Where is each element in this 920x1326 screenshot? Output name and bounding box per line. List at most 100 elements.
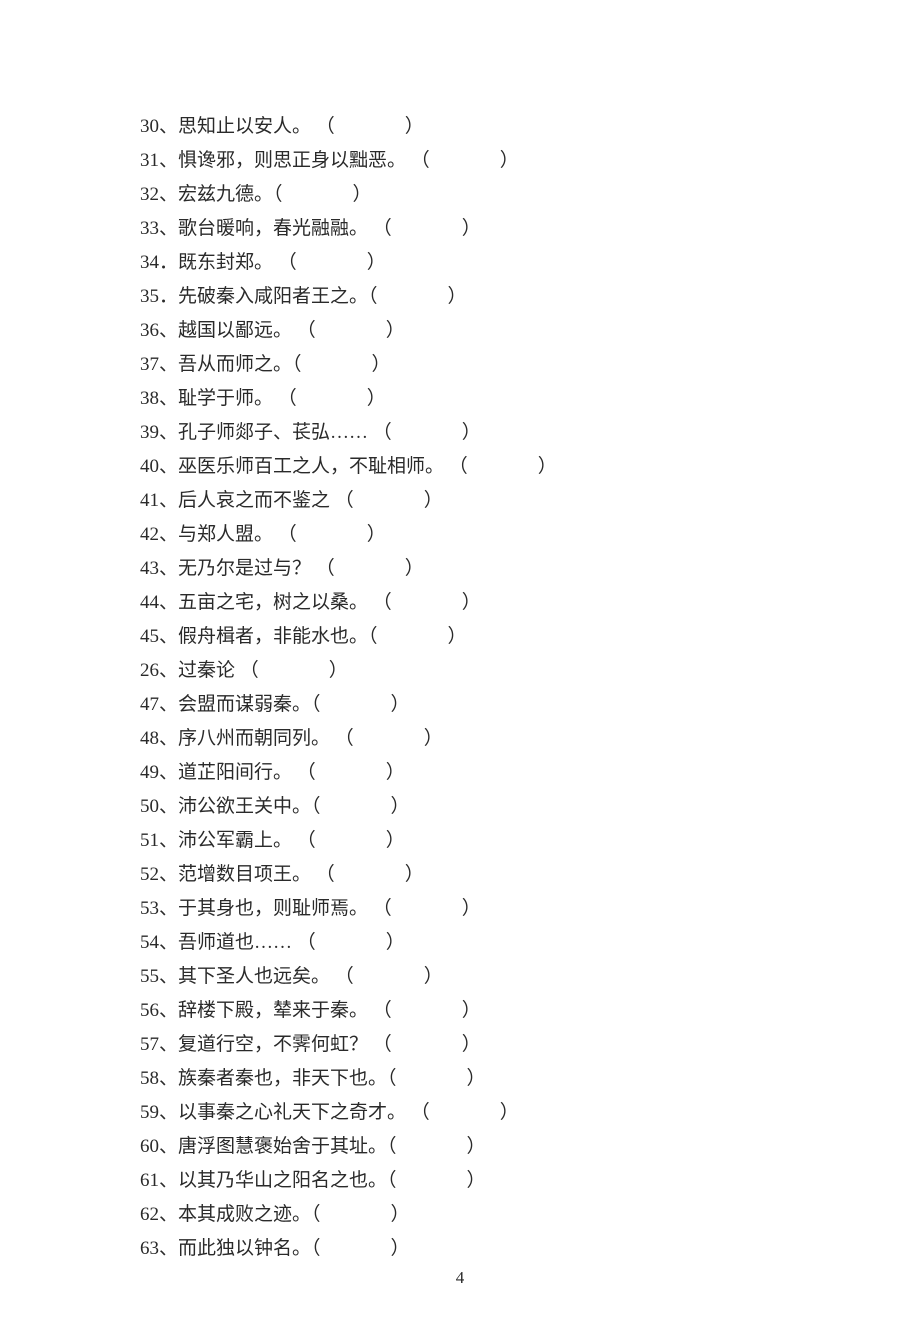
answer-blank	[316, 824, 386, 858]
item-separator: 、	[159, 1102, 178, 1123]
answer-blank	[468, 450, 538, 484]
item-text: 本其成败之迹。	[178, 1204, 311, 1225]
item-separator: 、	[159, 184, 178, 205]
exercise-line: 43、无乃尔是过与？ （ ）	[140, 552, 780, 586]
paren-close: ）	[367, 388, 386, 409]
paren-open: （	[311, 1238, 321, 1259]
paren-close: ）	[448, 626, 467, 647]
paren-open: （	[373, 592, 392, 613]
item-text: 五亩之宅，树之以桑。	[178, 592, 368, 613]
item-number: 62	[140, 1204, 159, 1225]
item-separator: ．	[159, 252, 178, 273]
answer-blank	[297, 382, 367, 416]
item-number: 57	[140, 1034, 159, 1055]
paren-close: ）	[353, 184, 372, 205]
item-text: 唐浮图慧褒始舍于其址。	[178, 1136, 387, 1157]
answer-blank	[321, 790, 391, 824]
answer-blank	[335, 110, 405, 144]
paren-close: ）	[386, 320, 405, 341]
exercise-list: 30、思知止以安人。 （ ）31、惧谗邪，则思正身以黜恶。 （ ）32、宏兹九德…	[140, 110, 780, 1266]
item-text: 序八州而朝同列。	[178, 728, 330, 749]
exercise-line: 39、孔子师郯子、苌弘…… （ ）	[140, 416, 780, 450]
exercise-line: 55、其下圣人也远矣。 （ ）	[140, 960, 780, 994]
exercise-line: 34．既东封郑。 （ ）	[140, 246, 780, 280]
answer-blank	[392, 416, 462, 450]
item-text: 先破秦入咸阳者王之。	[178, 286, 368, 307]
item-separator: 、	[159, 592, 178, 613]
answer-blank	[354, 722, 424, 756]
paren-open: （	[368, 286, 378, 307]
exercise-line: 31、惧谗邪，则思正身以黜恶。 （ ）	[140, 144, 780, 178]
answer-blank	[335, 552, 405, 586]
item-separator: 、	[159, 1068, 178, 1089]
item-number: 31	[140, 150, 159, 171]
exercise-line: 51、沛公军霸上。 （ ）	[140, 824, 780, 858]
item-number: 35	[140, 286, 159, 307]
item-separator: 、	[159, 1204, 178, 1225]
item-separator: 、	[159, 762, 178, 783]
item-number: 43	[140, 558, 159, 579]
paren-close: ）	[405, 558, 424, 579]
item-separator: 、	[159, 150, 178, 171]
item-number: 48	[140, 728, 159, 749]
paren-close: ）	[467, 1170, 486, 1191]
paren-close: ）	[424, 728, 443, 749]
item-separator: 、	[159, 490, 178, 511]
item-separator: 、	[159, 422, 178, 443]
item-separator: 、	[159, 660, 178, 681]
exercise-line: 33、歌台暖响，春光融融。 （ ）	[140, 212, 780, 246]
paren-open: （	[297, 320, 316, 341]
exercise-line: 57、复道行空，不霁何虹？ （ ）	[140, 1028, 780, 1062]
item-number: 55	[140, 966, 159, 987]
item-number: 38	[140, 388, 159, 409]
item-separator: 、	[159, 1136, 178, 1157]
paren-close: ）	[448, 286, 467, 307]
item-text: 族秦者秦也，非天下也。	[178, 1068, 387, 1089]
item-separator: 、	[159, 864, 178, 885]
exercise-line: 44、五亩之宅，树之以桑。 （ ）	[140, 586, 780, 620]
paren-open: （	[373, 218, 392, 239]
exercise-line: 30、思知止以安人。 （ ）	[140, 110, 780, 144]
paren-close: ）	[462, 1000, 481, 1021]
exercise-line: 58、族秦者秦也，非天下也。（ ）	[140, 1062, 780, 1096]
item-number: 63	[140, 1238, 159, 1259]
paren-close: ）	[367, 524, 386, 545]
paren-open: （	[387, 1068, 397, 1089]
item-text: 道芷阳间行。	[178, 762, 292, 783]
paren-close: ）	[462, 218, 481, 239]
item-separator: 、	[159, 796, 178, 817]
item-separator: ．	[159, 286, 178, 307]
answer-blank	[392, 586, 462, 620]
paren-close: ）	[405, 116, 424, 137]
item-text: 与郑人盟。	[178, 524, 273, 545]
paren-open: （	[297, 830, 316, 851]
item-separator: 、	[159, 1034, 178, 1055]
exercise-line: 38、耻学于师。 （ ）	[140, 382, 780, 416]
answer-blank	[316, 926, 386, 960]
paren-open: （	[278, 524, 297, 545]
paren-open: （	[273, 184, 283, 205]
exercise-line: 53、于其身也，则耻师焉。 （ ）	[140, 892, 780, 926]
answer-blank	[378, 280, 448, 314]
item-text: 宏兹九德。	[178, 184, 273, 205]
paren-open: （	[297, 932, 316, 953]
paren-open: （	[316, 558, 335, 579]
exercise-line: 49、道芷阳间行。 （ ）	[140, 756, 780, 790]
paren-close: ）	[500, 1102, 519, 1123]
item-text: 吾师道也……	[178, 932, 292, 953]
exercise-line: 45、假舟楫者，非能水也。（ ）	[140, 620, 780, 654]
exercise-line: 54、吾师道也…… （ ）	[140, 926, 780, 960]
paren-close: ）	[424, 966, 443, 987]
item-text: 其下圣人也远矣。	[178, 966, 330, 987]
answer-blank	[316, 756, 386, 790]
answer-blank	[297, 518, 367, 552]
paren-close: ）	[467, 1136, 486, 1157]
item-separator: 、	[159, 1170, 178, 1191]
item-text: 复道行空，不霁何虹？	[178, 1034, 368, 1055]
exercise-line: 37、吾从而师之。（ ）	[140, 348, 780, 382]
paren-close: ）	[405, 864, 424, 885]
paren-open: （	[368, 626, 378, 647]
paren-open: （	[387, 1136, 397, 1157]
paren-open: （	[411, 150, 430, 171]
answer-blank	[321, 1198, 391, 1232]
